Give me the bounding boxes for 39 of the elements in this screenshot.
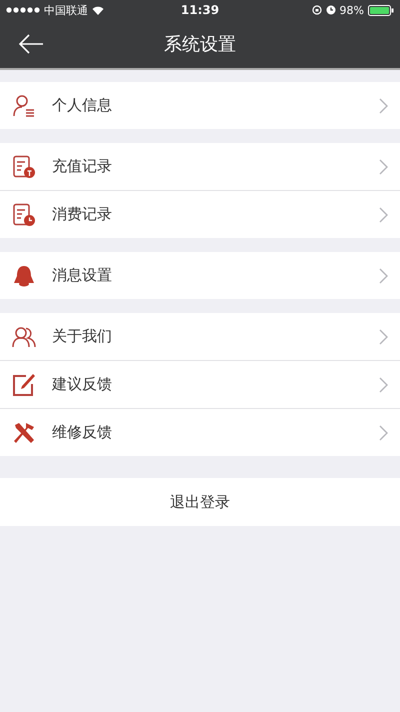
signal-icon xyxy=(6,7,40,13)
chevron-right-icon xyxy=(379,376,388,392)
chevron-right-icon xyxy=(379,268,388,284)
document-coin-icon xyxy=(12,154,36,178)
status-time: 11:39 xyxy=(180,3,220,17)
carrier-name: 中国联通 xyxy=(44,2,88,18)
alarm-icon xyxy=(326,5,336,15)
chevron-right-icon xyxy=(379,98,388,114)
bell-icon xyxy=(12,264,36,288)
settings-row[interactable]: 维修反馈 xyxy=(0,409,400,456)
document-clock-icon xyxy=(12,202,36,226)
row-label: 个人信息 xyxy=(52,96,113,115)
tools-icon xyxy=(12,420,36,444)
row-label: 消费记录 xyxy=(52,205,113,224)
row-label: 维修反馈 xyxy=(52,423,113,442)
settings-row[interactable]: 建议反馈 xyxy=(0,361,400,409)
page-title: 系统设置 xyxy=(164,33,236,56)
settings-row[interactable]: 充值记录 xyxy=(0,143,400,191)
back-arrow-icon[interactable] xyxy=(18,34,44,54)
settings-row[interactable]: 个人信息 xyxy=(0,82,400,129)
wifi-icon xyxy=(92,6,104,14)
battery-percent: 98% xyxy=(340,4,364,16)
edit-icon xyxy=(12,372,36,396)
battery-icon xyxy=(368,4,394,16)
settings-row[interactable]: 消息设置 xyxy=(0,252,400,299)
row-label: 消息设置 xyxy=(52,266,113,285)
row-label: 关于我们 xyxy=(52,327,113,346)
chevron-right-icon xyxy=(379,206,388,222)
people-icon xyxy=(12,324,36,348)
logout-button[interactable]: 退出登录 xyxy=(0,478,400,526)
chevron-right-icon xyxy=(379,424,388,440)
rotation-lock-icon xyxy=(312,5,322,15)
chevron-right-icon xyxy=(379,328,388,344)
settings-row[interactable]: 关于我们 xyxy=(0,313,400,361)
settings-row[interactable]: 消费记录 xyxy=(0,191,400,238)
chevron-right-icon xyxy=(379,158,388,174)
person-list-icon xyxy=(12,94,36,118)
row-label: 充值记录 xyxy=(52,157,113,176)
row-label: 建议反馈 xyxy=(52,375,113,394)
